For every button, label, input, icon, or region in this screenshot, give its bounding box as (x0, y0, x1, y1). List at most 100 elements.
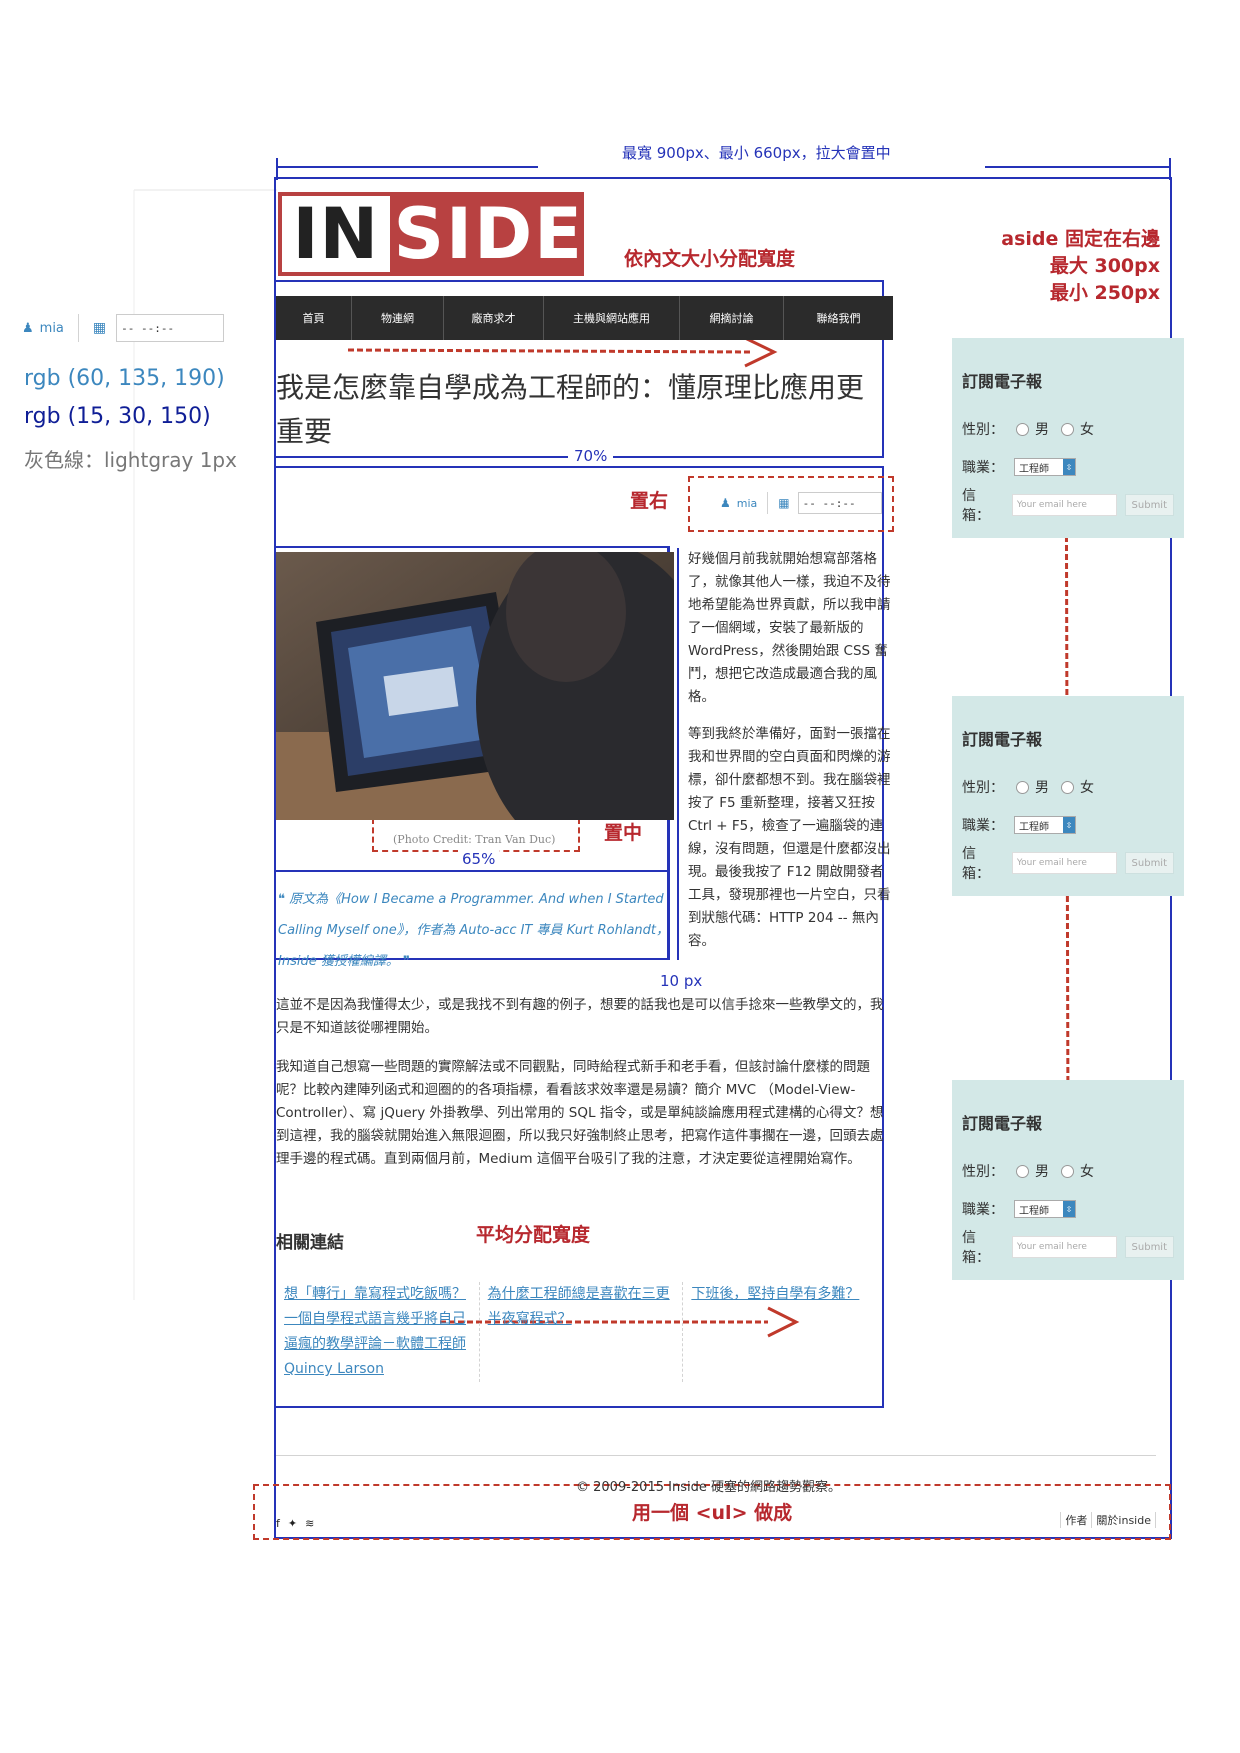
aside-annotation-line3: 最小 250px (1049, 282, 1160, 304)
body-paragraph-1: 這並不是因為我懂得太少，或是我找不到有趣的例子，想要的話我也是可以信手捻來一些教… (276, 997, 884, 1036)
site-logo[interactable]: IN SIDE (278, 192, 584, 276)
width-65-annotation: 65% (458, 850, 500, 868)
align-center-annotation: 置中 (604, 822, 643, 844)
article-title: 我是怎麼靠自學成為工程師的：懂原理比應用更重要 (276, 371, 865, 448)
email-input[interactable]: Your email here (1011, 1236, 1117, 1258)
newsletter-widget-2: 訂閱電子報 性別： 男 女 職業： 工程師 ⇳ 信箱： Your email he… (952, 696, 1184, 896)
related-links: 想「轉行」靠寫程式吃飯嗎？一個自學程式語言幾乎將自己逼瘋的教學評論－軟體工程師 … (276, 1282, 886, 1382)
select-arrow-icon: ⇳ (1063, 459, 1075, 475)
legend-rgb-light: rgb (60, 135, 190) (24, 366, 225, 391)
job-row: 職業： 工程師 ⇳ (962, 1190, 1174, 1228)
email-row: 信箱： Your email here Submit (962, 844, 1174, 882)
male-radio[interactable] (1016, 780, 1029, 794)
submit-button[interactable]: Submit (1124, 1236, 1174, 1258)
email-label: 信箱： (962, 846, 990, 882)
rss-icon[interactable]: ≋ (305, 1517, 314, 1530)
female-label: 女 (1080, 1164, 1094, 1180)
submit-button[interactable]: Submit (1124, 494, 1174, 516)
job-select[interactable]: 工程師 ⇳ (1014, 816, 1076, 834)
nav-item-iot[interactable]: 物連網 (352, 296, 444, 340)
email-row: 信箱： Your email here Submit (962, 1228, 1174, 1266)
facebook-icon[interactable]: f (276, 1517, 280, 1530)
legend-date-input[interactable]: -- --:-- (116, 314, 225, 342)
email-label: 信箱： (962, 488, 990, 524)
date-icon: ▦ (778, 496, 790, 510)
logo-side: SIDE (393, 193, 584, 275)
newsletter-title: 訂閱電子報 (962, 730, 1043, 749)
job-label: 職業： (962, 460, 1004, 476)
male-label: 男 (1035, 422, 1049, 438)
job-label: 職業： (962, 1202, 1004, 1218)
newsletter-title: 訂閱電子報 (962, 1114, 1043, 1133)
job-value: 工程師 (1019, 821, 1049, 833)
female-radio[interactable] (1061, 780, 1074, 794)
job-row: 職業： 工程師 ⇳ (962, 806, 1174, 844)
article-date-input[interactable]: -- --:-- (797, 492, 882, 514)
logo-width-annotation: 依內文大小分配寬度 (624, 248, 796, 270)
job-select[interactable]: 工程師 ⇳ (1014, 458, 1076, 476)
email-label: 信箱： (962, 1230, 990, 1266)
gender-label: 性別： (962, 422, 1004, 438)
article-author[interactable]: mia (737, 497, 758, 510)
copyright: © 2009-2015 Inside 硬塞的網路趨勢觀察。 (576, 1480, 841, 1495)
gender-label: 性別： (962, 1164, 1004, 1180)
gender-label: 性別： (962, 780, 1004, 796)
photo-caption: (Photo Credit: Tran Van Duc) (393, 833, 556, 846)
female-radio[interactable] (1061, 1164, 1074, 1178)
job-select[interactable]: 工程師 ⇳ (1014, 1200, 1076, 1218)
article-meta: ♟ mia ▦ -- --:-- (720, 492, 882, 514)
twitter-icon[interactable]: ✦ (288, 1517, 297, 1530)
footer-divider (276, 1455, 1156, 1456)
photo-illustration (276, 552, 674, 820)
aside-annotation-line2: 最大 300px (1049, 255, 1160, 277)
male-radio[interactable] (1016, 422, 1029, 436)
nav-item-home[interactable]: 首頁 (276, 296, 352, 340)
job-label: 職業： (962, 818, 1004, 834)
newsletter-title: 訂閱電子報 (962, 372, 1043, 391)
side-paragraph-2: 等到我終於準備好，面對一張擋在我和世界間的空白頁面和閃爍的游標，卻什麼都想不到。… (688, 726, 891, 949)
legend-user[interactable]: mia (40, 321, 64, 336)
nav-item-digest[interactable]: 網摘討論 (680, 296, 784, 340)
legend-gray-line: 灰色線：lightgray 1px (24, 448, 237, 472)
nav-item-contact[interactable]: 聯絡我們 (784, 296, 893, 340)
legend-divider (77, 314, 79, 342)
female-label: 女 (1080, 422, 1094, 438)
body-paragraph-2: 我知道自己想寫一些問題的實際解法或不同觀點，同時給程式新手和老手看，但該討論什麼… (276, 1059, 884, 1167)
gender-row: 性別： 男 女 (962, 768, 1174, 806)
email-input[interactable]: Your email here (1011, 494, 1117, 516)
footer-links: 作者 關於inside (1060, 1512, 1156, 1528)
nav-item-hosting[interactable]: 主機與網站應用 (544, 296, 680, 340)
email-input[interactable]: Your email here (1011, 852, 1117, 874)
footer-link-author[interactable]: 作者 (1060, 1512, 1093, 1528)
meta-divider (767, 492, 769, 514)
align-right-annotation: 置右 (630, 490, 669, 512)
main-nav: 首頁 物連網 廠商求才 主機與網站應用 網摘討論 聯絡我們 (276, 296, 893, 340)
newsletter-widget-3: 訂閱電子報 性別： 男 女 職業： 工程師 ⇳ 信箱： Your email he… (952, 1080, 1184, 1280)
male-label: 男 (1035, 780, 1049, 796)
female-label: 女 (1080, 780, 1094, 796)
user-icon: ♟ (22, 320, 34, 336)
male-label: 男 (1035, 1164, 1049, 1180)
related-link-3[interactable]: 下班後，堅持自學有多難？ (683, 1282, 886, 1382)
female-radio[interactable] (1061, 422, 1074, 436)
select-arrow-icon: ⇳ (1063, 1201, 1075, 1217)
equal-width-annotation: 平均分配寬度 (476, 1224, 591, 1246)
male-radio[interactable] (1016, 1164, 1029, 1178)
job-value: 工程師 (1019, 463, 1049, 475)
side-column: 好幾個月前我就開始想寫部落格了，就像其他人一樣，我迫不及待地希望能為世界貢獻，所… (688, 548, 894, 953)
nav-item-jobs[interactable]: 廠商求才 (444, 296, 544, 340)
aside-annotation: aside 固定在右邊 最大 300px 最小 250px (990, 224, 1160, 305)
related-link-1[interactable]: 想「轉行」靠寫程式吃飯嗎？一個自學程式語言幾乎將自己逼瘋的教學評論－軟體工程師 … (276, 1282, 480, 1382)
logo-in: IN (282, 193, 390, 275)
article-quote: ❝ 原文為《How I Became a Programmer. And whe… (278, 892, 670, 969)
footer-link-about[interactable]: 關於inside (1091, 1512, 1156, 1528)
width-annotation: 最寬 900px、最小 660px，拉大會置中 (622, 144, 891, 162)
author-icon: ♟ (720, 496, 731, 510)
legend-meta: ♟ mia ▦ -- --:-- (22, 314, 225, 342)
aside-annotation-line1: aside 固定在右邊 (1001, 228, 1160, 250)
legend-rgb-dark: rgb (15, 30, 150) (24, 404, 211, 429)
side-paragraph-1: 好幾個月前我就開始想寫部落格了，就像其他人一樣，我迫不及待地希望能為世界貢獻，所… (688, 551, 891, 705)
email-row: 信箱： Your email here Submit (962, 486, 1174, 524)
related-link-2[interactable]: 為什麼工程師總是喜歡在三更半夜寫程式？ (480, 1282, 684, 1382)
submit-button[interactable]: Submit (1124, 852, 1174, 874)
